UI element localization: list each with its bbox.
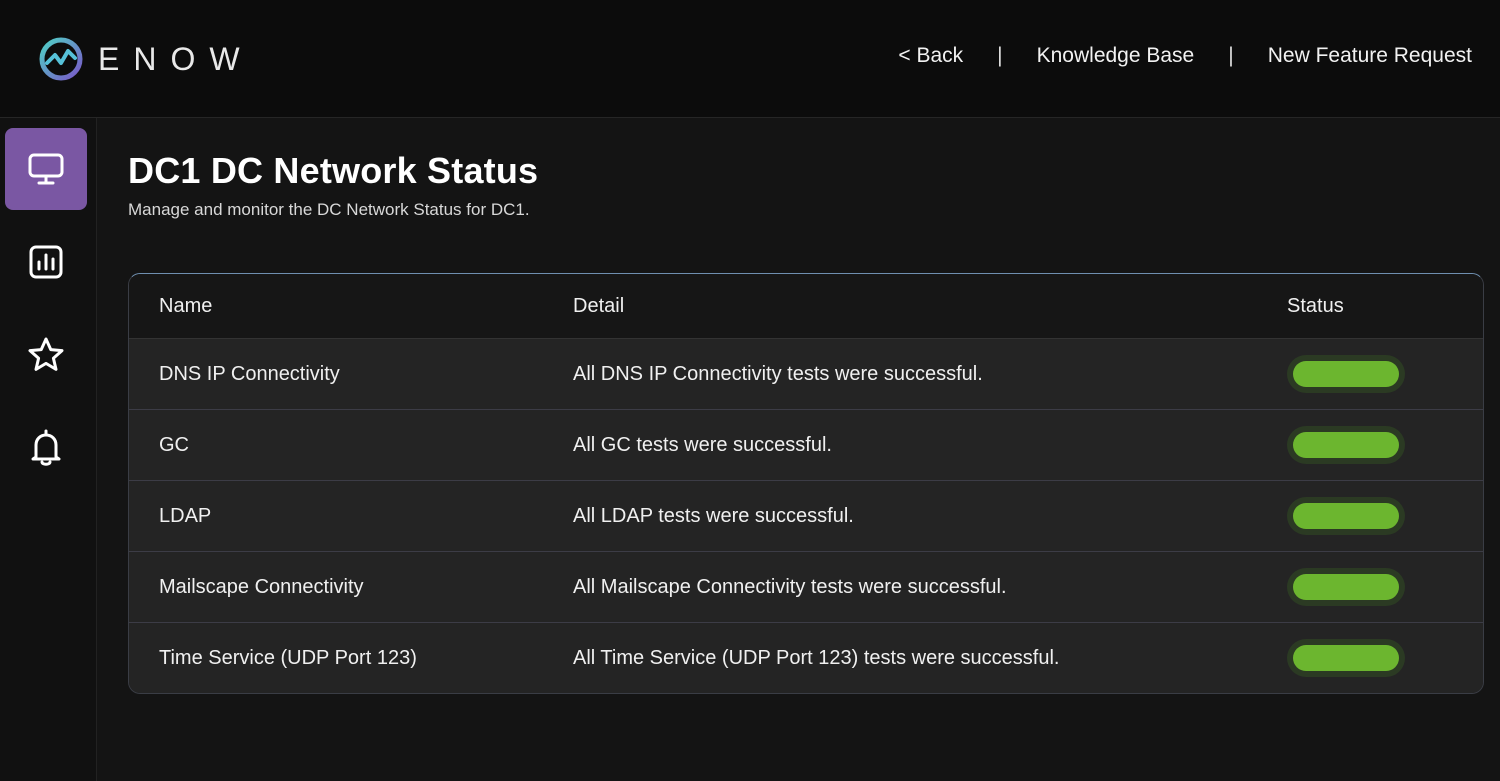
star-icon — [28, 337, 64, 371]
table-row[interactable]: DNS IP Connectivity All DNS IP Connectiv… — [129, 339, 1483, 410]
logo-text: ENOW — [98, 40, 254, 77]
page-subtitle: Manage and monitor the DC Network Status… — [128, 200, 530, 219]
enow-logo-icon — [39, 37, 83, 81]
row-name: Time Service (UDP Port 123) — [159, 646, 417, 669]
nav-separator: | — [997, 44, 1003, 67]
row-detail: All GC tests were successful. — [573, 433, 832, 456]
sidebar — [0, 118, 97, 781]
bell-icon — [31, 429, 61, 466]
row-detail: All Time Service (UDP Port 123) tests we… — [573, 646, 1060, 669]
sidebar-item-reports[interactable] — [5, 221, 87, 303]
network-status-table: Name Detail Status DNS IP Connectivity A… — [128, 273, 1484, 694]
row-name: LDAP — [159, 504, 212, 527]
page-title: DC1 DC Network Status — [128, 150, 539, 191]
status-indicator-success — [1287, 568, 1405, 606]
logo[interactable]: ENOW — [38, 36, 254, 82]
sidebar-item-monitor[interactable] — [5, 128, 87, 210]
table-row[interactable]: Time Service (UDP Port 123) All Time Ser… — [129, 623, 1483, 693]
back-link[interactable]: < Back — [898, 44, 963, 68]
monitor-icon — [28, 153, 64, 185]
page-header: DC1 DC Network Status Manage and monitor… — [128, 150, 538, 220]
table-row[interactable]: LDAP All LDAP tests were successful. — [129, 481, 1483, 552]
table-row[interactable]: GC All GC tests were successful. — [129, 410, 1483, 481]
sidebar-item-notifications[interactable] — [5, 407, 87, 489]
status-indicator-success — [1287, 639, 1405, 677]
column-header-name[interactable]: Name — [159, 295, 212, 318]
status-indicator-success — [1287, 355, 1405, 393]
nav-separator: | — [1228, 44, 1234, 67]
new-feature-request-link[interactable]: New Feature Request — [1268, 44, 1472, 68]
sidebar-item-favorites[interactable] — [5, 314, 87, 396]
column-header-status[interactable]: Status — [1287, 295, 1344, 318]
row-detail: All DNS IP Connectivity tests were succe… — [573, 362, 983, 385]
top-nav: < Back | Knowledge Base | New Feature Re… — [898, 44, 1472, 68]
row-name: GC — [159, 433, 189, 456]
table-row[interactable]: Mailscape Connectivity All Mailscape Con… — [129, 552, 1483, 623]
row-name: Mailscape Connectivity — [159, 575, 364, 598]
row-detail: All Mailscape Connectivity tests were su… — [573, 575, 1007, 598]
knowledge-base-link[interactable]: Knowledge Base — [1037, 44, 1195, 68]
status-indicator-success — [1287, 426, 1405, 464]
row-detail: All LDAP tests were successful. — [573, 504, 854, 527]
chart-icon — [29, 245, 63, 279]
column-header-detail[interactable]: Detail — [573, 295, 624, 318]
row-name: DNS IP Connectivity — [159, 362, 340, 385]
table-header: Name Detail Status — [129, 274, 1483, 339]
status-indicator-success — [1287, 497, 1405, 535]
top-bar: ENOW < Back | Knowledge Base | New Featu… — [0, 0, 1500, 118]
